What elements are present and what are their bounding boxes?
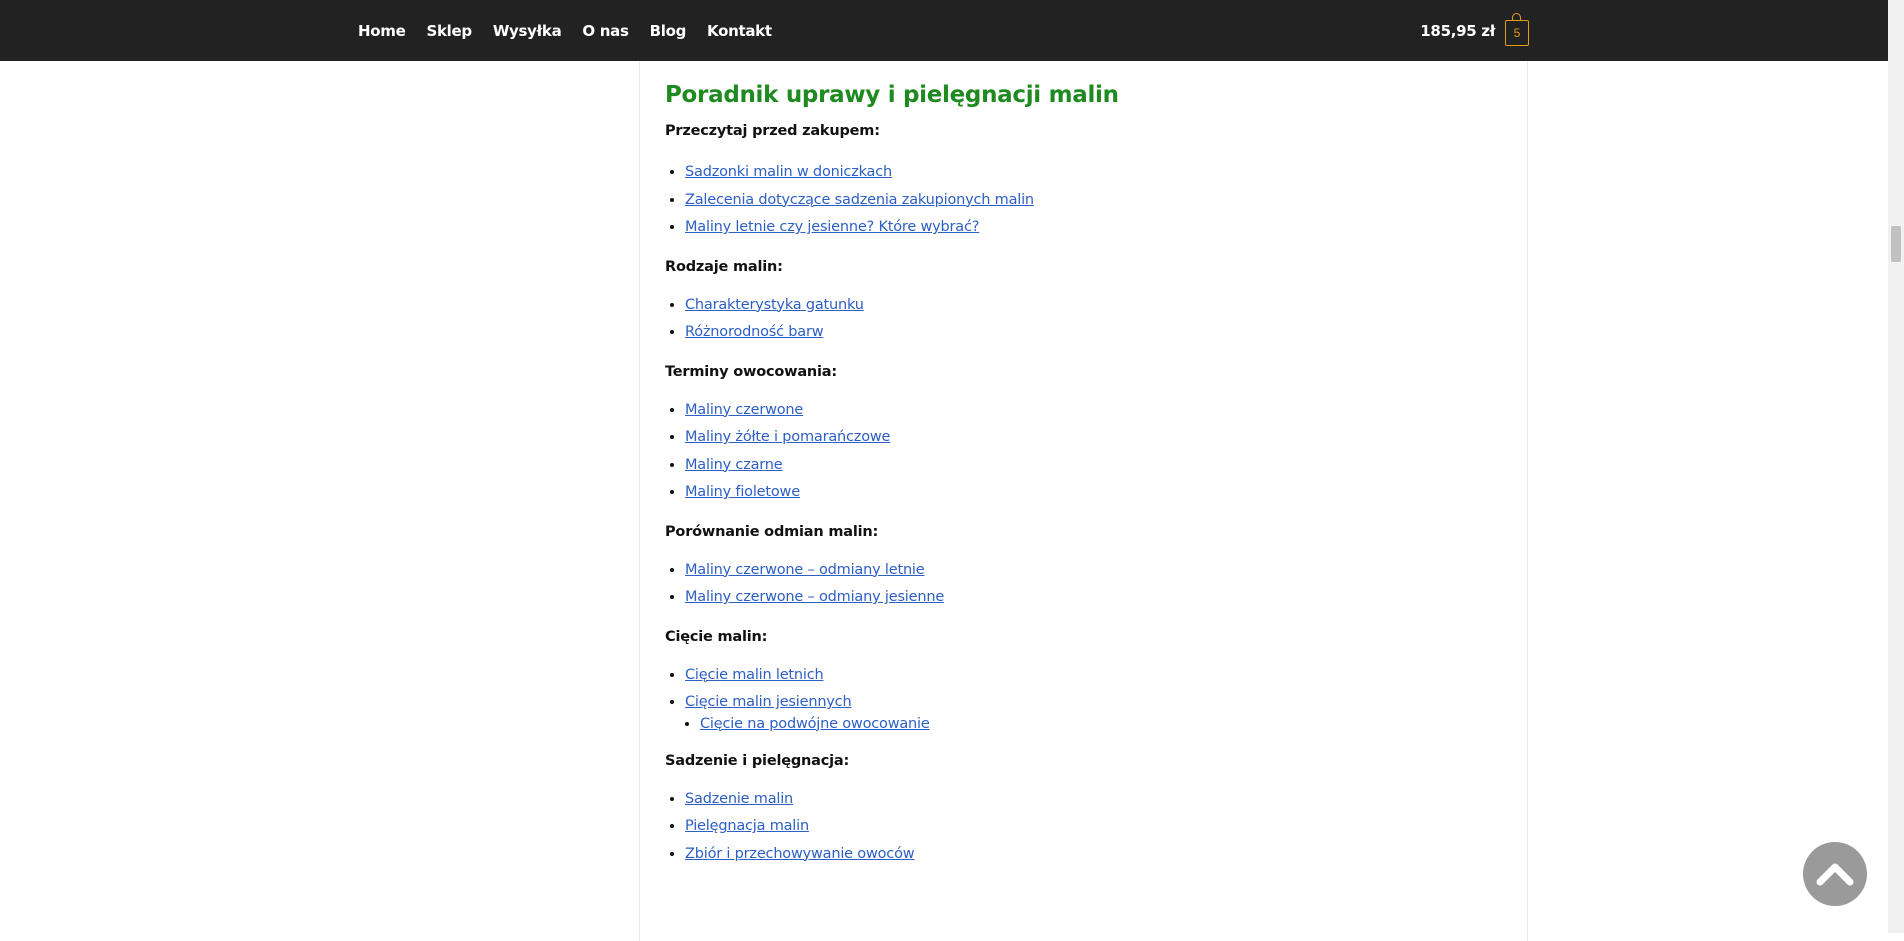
guide-link[interactable]: Maliny letnie czy jesienne? Które wybrać… — [685, 219, 979, 235]
guide-link[interactable]: Maliny fioletowe — [685, 484, 800, 500]
shopping-bag-icon[interactable]: 5 — [1505, 12, 1529, 46]
guide-link[interactable]: Cięcie na podwójne owocowanie — [700, 716, 930, 732]
cart-count-badge: 5 — [1513, 25, 1521, 40]
section-heading-pruning: Cięcie malin: — [665, 628, 768, 645]
guide-title: Poradnik uprawy i pielęgnacji malin — [665, 82, 1119, 108]
section-heading-fruiting: Terminy owocowania: — [665, 363, 837, 380]
cart-button[interactable]: 185,95 zł 5 — [1420, 0, 1529, 61]
guide-link[interactable]: Maliny czarne — [685, 457, 783, 473]
sub-links-pruning: Cięcie na podwójne owocowanie — [685, 712, 1485, 736]
section-links-pruning: Cięcie malin letnich Cięcie malin jesien… — [665, 662, 1485, 736]
list-item: Maliny fioletowe — [685, 479, 1485, 507]
list-item: Pielęgnacja malin — [685, 813, 1485, 841]
nav-item-kontakt[interactable]: Kontakt — [707, 22, 772, 40]
nav-item-blog[interactable]: Blog — [650, 22, 687, 40]
back-to-top-button[interactable] — [1803, 842, 1867, 906]
guide-link[interactable]: Maliny czerwone – odmiany letnie — [685, 562, 925, 578]
section-links-planting-care: Sadzenie malin Pielęgnacja malin Zbiór i… — [665, 786, 1485, 869]
guide-link[interactable]: Cięcie malin jesiennych — [685, 694, 852, 710]
main-menu: Home Sklep Wysyłka O nas Blog Kontakt — [358, 0, 793, 61]
list-item: Maliny żółte i pomarańczowe — [685, 424, 1485, 452]
list-item: Cięcie malin letnich — [685, 662, 1485, 690]
list-item: Maliny czarne — [685, 452, 1485, 480]
guide-link[interactable]: Cięcie malin letnich — [685, 667, 824, 683]
section-heading-types: Rodzaje malin: — [665, 258, 783, 275]
list-item: Różnorodność barw — [685, 319, 1485, 347]
guide-link[interactable]: Maliny czerwone — [685, 402, 803, 418]
section-heading-before-purchase: Przeczytaj przed zakupem: — [665, 123, 880, 139]
guide-content: Poradnik uprawy i pielęgnacji malin Prze… — [665, 78, 1485, 868]
list-item: Maliny czerwone — [685, 397, 1485, 425]
guide-link[interactable]: Sadzonki malin w doniczkach — [685, 164, 892, 180]
nav-item-sklep[interactable]: Sklep — [426, 22, 472, 40]
list-item: Maliny czerwone – odmiany letnie — [685, 557, 1485, 585]
guide-link[interactable]: Charakterystyka gatunku — [685, 297, 864, 313]
guide-link[interactable]: Maliny żółte i pomarańczowe — [685, 429, 890, 445]
list-item: Cięcie na podwójne owocowanie — [700, 712, 1485, 736]
scrollbar-thumb[interactable] — [1891, 226, 1901, 262]
list-item: Zbiór i przechowywanie owoców — [685, 841, 1485, 869]
guide-link[interactable]: Pielęgnacja malin — [685, 818, 809, 834]
page-scrollbar[interactable] — [1888, 0, 1904, 933]
guide-link[interactable]: Różnorodność barw — [685, 324, 824, 340]
section-links-comparison: Maliny czerwone – odmiany letnie Maliny … — [665, 557, 1485, 612]
list-item: Maliny czerwone – odmiany jesienne — [685, 584, 1485, 612]
list-item: Sadzenie malin — [685, 786, 1485, 814]
section-heading-planting-care: Sadzenie i pielęgnacja: — [665, 752, 850, 769]
guide-link[interactable]: Maliny czerwone – odmiany jesienne — [685, 589, 944, 605]
guide-link[interactable]: Sadzenie malin — [685, 791, 793, 807]
list-item: Charakterystyka gatunku — [685, 292, 1485, 320]
guide-link[interactable]: Zbiór i przechowywanie owoców — [685, 846, 915, 862]
list-item: Cięcie malin jesiennych Cięcie na podwój… — [685, 689, 1485, 736]
guide-link[interactable]: Zalecenia dotyczące sadzenia zakupionych… — [685, 192, 1034, 208]
section-heading-comparison: Porównanie odmian malin: — [665, 523, 879, 540]
list-item: Zalecenia dotyczące sadzenia zakupionych… — [685, 187, 1485, 215]
cart-total[interactable]: 185,95 zł — [1420, 22, 1495, 40]
top-navigation-bar: Home Sklep Wysyłka O nas Blog Kontakt 18… — [0, 0, 1888, 61]
nav-item-wysylka[interactable]: Wysyłka — [493, 22, 562, 40]
nav-item-o-nas[interactable]: O nas — [582, 22, 629, 40]
list-item: Sadzonki malin w doniczkach — [685, 159, 1485, 187]
chevron-up-icon — [1816, 863, 1854, 886]
list-item: Maliny letnie czy jesienne? Które wybrać… — [685, 214, 1485, 242]
nav-item-home[interactable]: Home — [358, 22, 406, 40]
section-links-types: Charakterystyka gatunku Różnorodność bar… — [665, 292, 1485, 347]
section-links-before-purchase: Sadzonki malin w doniczkach Zalecenia do… — [665, 159, 1485, 242]
section-links-fruiting: Maliny czerwone Maliny żółte i pomarańcz… — [665, 397, 1485, 507]
